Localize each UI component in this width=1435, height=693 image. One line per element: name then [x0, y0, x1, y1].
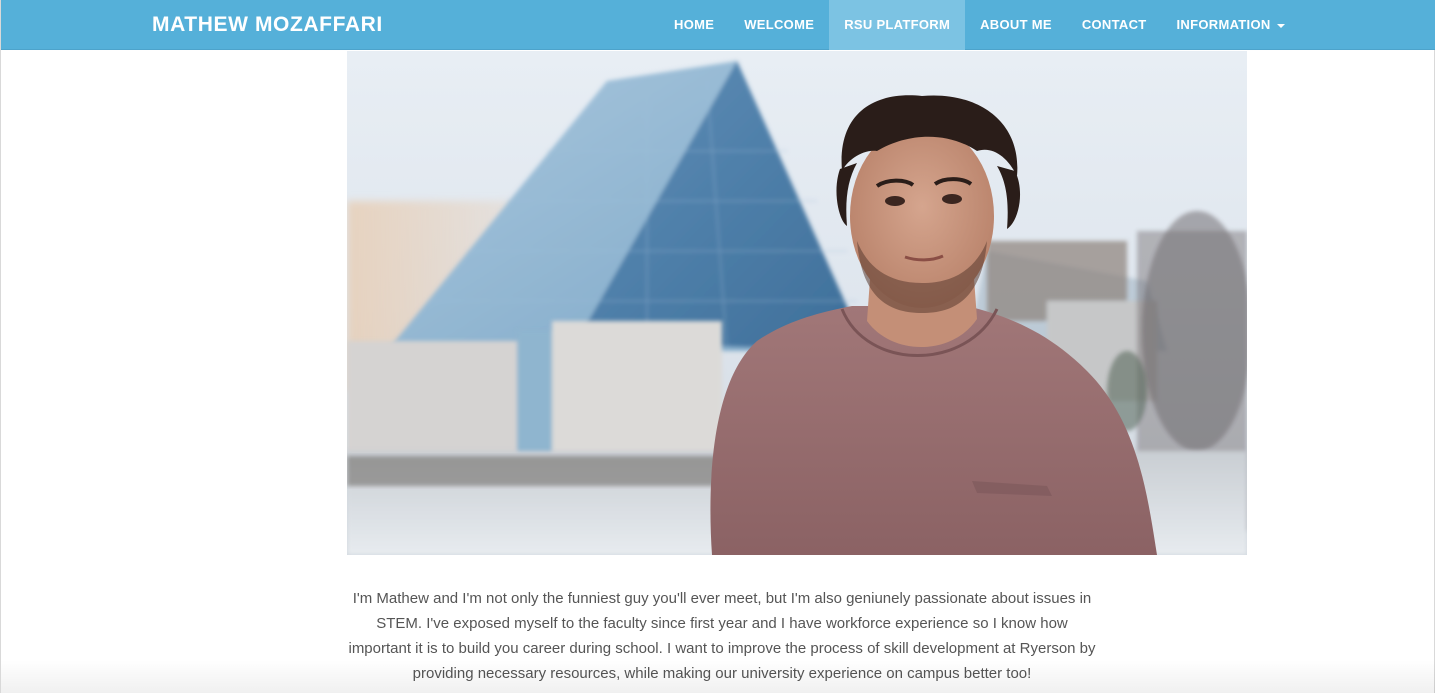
- nav-item-home[interactable]: HOME: [659, 0, 729, 50]
- nav-item-label: RSU PLATFORM: [844, 17, 951, 32]
- nav-item-about-me[interactable]: ABOUT ME: [965, 0, 1067, 50]
- nav-item-rsu-platform[interactable]: RSU PLATFORM: [829, 0, 966, 50]
- site-brand-link[interactable]: MATHEW MOZAFFARI: [152, 0, 383, 50]
- nav-item-label: INFORMATION: [1176, 17, 1271, 32]
- nav-item-label: ABOUT ME: [980, 17, 1052, 32]
- top-navbar: MATHEW MOZAFFARI HOME WELCOME RSU PLATFO…: [1, 0, 1435, 50]
- bio-paragraph: I'm Mathew and I'm not only the funniest…: [348, 590, 1096, 682]
- nav-menu: HOME WELCOME RSU PLATFORM ABOUT ME CONTA…: [659, 0, 1300, 50]
- nav-item-label: WELCOME: [744, 17, 815, 32]
- nav-item-welcome[interactable]: WELCOME: [729, 0, 829, 50]
- nav-item-information-dropdown[interactable]: INFORMATION: [1162, 0, 1300, 50]
- nav-item-label: HOME: [674, 17, 715, 32]
- caret-down-icon: [1276, 23, 1285, 28]
- browser-viewport: MATHEW MOZAFFARI HOME WELCOME RSU PLATFO…: [0, 0, 1435, 693]
- nav-item-label: CONTACT: [1081, 17, 1147, 32]
- nav-item-contact[interactable]: CONTACT: [1067, 0, 1162, 50]
- portrait-photo-image: [347, 51, 1247, 555]
- hero-portrait-photo: [347, 51, 1247, 555]
